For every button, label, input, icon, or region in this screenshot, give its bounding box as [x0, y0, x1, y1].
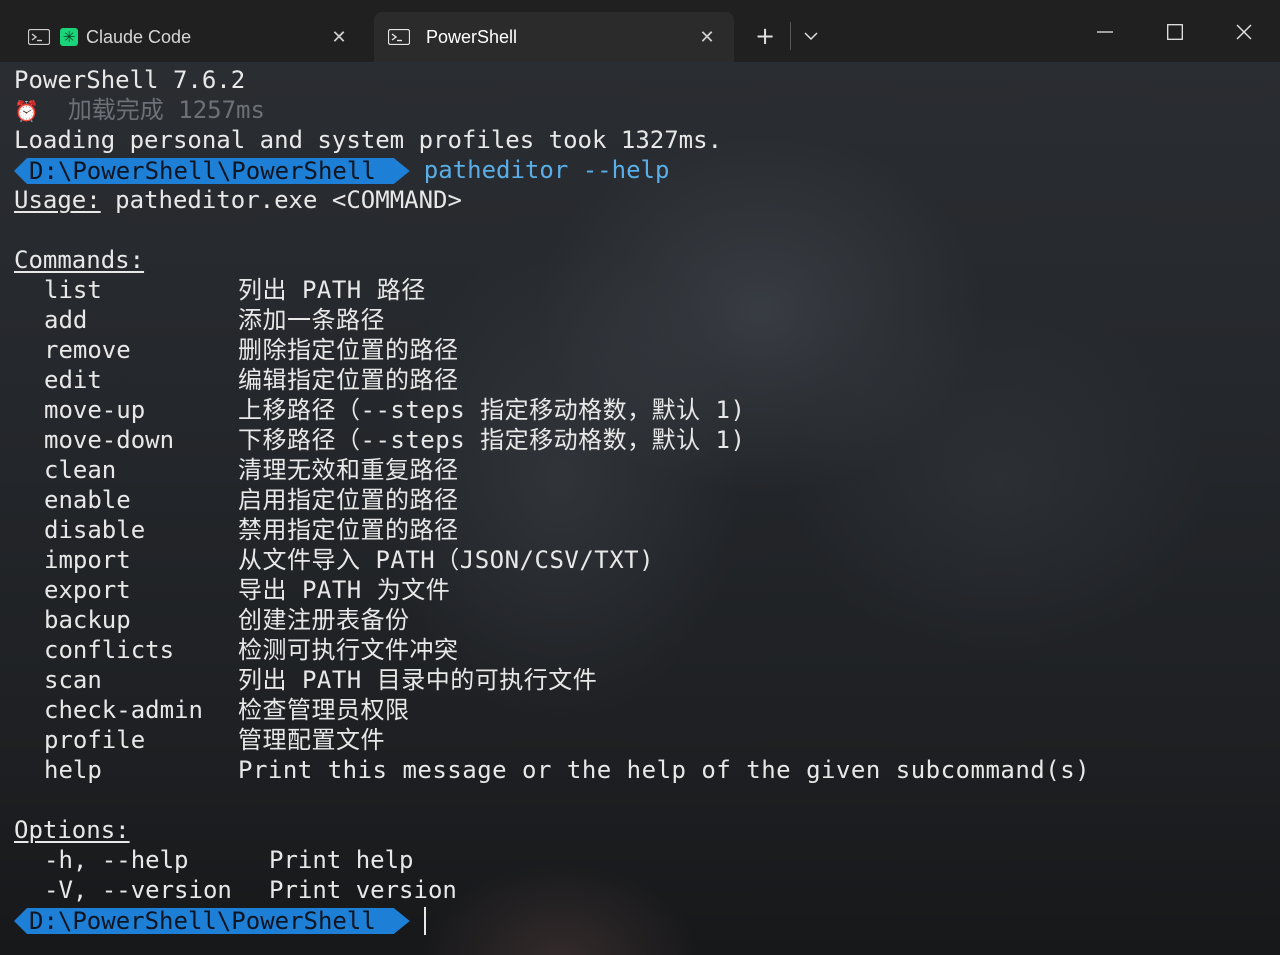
- tab-claude-code[interactable]: ✳ Claude Code ✕: [14, 12, 366, 62]
- command-name: check-admin: [44, 696, 203, 724]
- close-icon: [1236, 24, 1252, 40]
- command-name: import: [44, 546, 131, 574]
- command-name: profile: [44, 726, 146, 754]
- divider: [790, 22, 791, 50]
- command-desc: 列出 PATH 目录中的可执行文件: [238, 666, 598, 694]
- claude-logo-icon: ✳: [60, 28, 78, 46]
- command-row: remove 删除指定位置的路径: [14, 335, 722, 365]
- command-row: move-up 上移路径（--steps 指定移动格数，默认 1): [14, 395, 745, 425]
- load-time-text: 加载完成 1257ms: [67, 96, 265, 124]
- command-row: conflicts 检测可执行文件冲突: [14, 635, 722, 665]
- terminal-output: PowerShell 7.6.2 ⏰ 加载完成 1257ms Loading p…: [14, 65, 1090, 935]
- option-desc: Print version: [269, 876, 457, 904]
- command-name: move-up: [44, 396, 146, 424]
- command-desc: 清理无效和重复路径: [238, 456, 459, 484]
- title-bar: ✳ Claude Code ✕ PowerShell ✕ +: [0, 0, 1280, 62]
- command-desc: 导出 PATH 为文件: [238, 576, 451, 604]
- command-desc: 检查管理员权限: [238, 696, 410, 724]
- tab-powershell[interactable]: PowerShell ✕: [374, 12, 734, 62]
- prompt-path: D:\PowerShell\PowerShell: [14, 908, 410, 934]
- option-name: -h, --help: [44, 846, 189, 874]
- option-name: -V, --version: [44, 876, 232, 904]
- terminal-pane[interactable]: PowerShell 7.6.2 ⏰ 加载完成 1257ms Loading p…: [0, 62, 1280, 955]
- terminal-icon: [388, 29, 410, 45]
- command-desc: 编辑指定位置的路径: [238, 366, 459, 394]
- command-desc: 从文件导入 PATH（JSON/CSV/TXT): [238, 546, 655, 574]
- command-name: list: [44, 276, 102, 304]
- command-row: scan 列出 PATH 目录中的可执行文件: [14, 665, 722, 695]
- alarm-clock-icon: ⏰: [14, 99, 39, 123]
- command-desc: 启用指定位置的路径: [238, 486, 459, 514]
- close-icon[interactable]: ✕: [324, 22, 354, 52]
- chevron-down-icon: [804, 32, 818, 41]
- command-row: import 从文件导入 PATH（JSON/CSV/TXT): [14, 545, 722, 575]
- tab-dropdown-button[interactable]: [796, 20, 826, 52]
- command-desc: 检测可执行文件冲突: [238, 636, 459, 664]
- profile-line: Loading personal and system profiles too…: [14, 126, 723, 154]
- command-name: enable: [44, 486, 131, 514]
- command-desc: 下移路径（--steps 指定移动格数，默认 1): [238, 426, 746, 454]
- tab-label: PowerShell: [426, 26, 518, 47]
- command-row: move-down 下移路径（--steps 指定移动格数，默认 1): [14, 425, 745, 455]
- command-name: move-down: [44, 426, 175, 454]
- command-row: add 添加一条路径: [14, 305, 722, 335]
- command-row: clean 清理无效和重复路径: [14, 455, 722, 485]
- command-row: edit 编辑指定位置的路径: [14, 365, 722, 395]
- commands-heading: Commands:: [14, 246, 145, 274]
- maximize-button[interactable]: [1152, 14, 1198, 50]
- command-row: export 导出 PATH 为文件: [14, 575, 722, 605]
- command-name: edit: [44, 366, 102, 394]
- command-desc: 管理配置文件: [238, 726, 385, 754]
- command-row: enable 启用指定位置的路径: [14, 485, 722, 515]
- command-name: help: [44, 756, 102, 784]
- options-heading-line: Options:: [14, 815, 722, 845]
- minimize-button[interactable]: [1082, 14, 1128, 50]
- command-desc: 删除指定位置的路径: [238, 336, 459, 364]
- command-name: scan: [44, 666, 102, 694]
- prompt-line: D:\PowerShell\PowerShell patheditor --hel…: [14, 155, 722, 185]
- version-line: PowerShell 7.6.2: [14, 66, 246, 94]
- tab-label: Claude Code: [86, 26, 192, 47]
- option-row: -h, --help Print help: [14, 845, 722, 875]
- command-desc: Print this message or the help of the gi…: [238, 756, 1091, 784]
- command-name: disable: [44, 516, 146, 544]
- prompt-line: D:\PowerShell\PowerShell: [14, 905, 722, 935]
- maximize-icon: [1167, 24, 1183, 40]
- command-row: list 列出 PATH 路径: [14, 275, 722, 305]
- command-row: backup 创建注册表备份: [14, 605, 722, 635]
- command-row: help Print this message or the help of th…: [14, 755, 1090, 785]
- load-time-line: ⏰ 加载完成 1257ms: [14, 95, 722, 125]
- command-desc: 禁用指定位置的路径: [238, 516, 459, 544]
- commands-heading-line: Commands:: [14, 245, 722, 275]
- command-desc: 列出 PATH 路径: [238, 276, 426, 304]
- text-cursor: [423, 907, 426, 935]
- command-name: clean: [44, 456, 117, 484]
- usage-line: Usage: patheditor.exe <COMMAND>: [14, 185, 722, 215]
- terminal-icon: [28, 29, 50, 45]
- option-row: -V, --version Print version: [14, 875, 722, 905]
- option-desc: Print help: [269, 846, 414, 874]
- command-desc: 添加一条路径: [238, 306, 385, 334]
- close-icon[interactable]: ✕: [692, 22, 722, 52]
- command-name: add: [44, 306, 88, 334]
- command-name: conflicts: [44, 636, 175, 664]
- command-desc: 上移路径（--steps 指定移动格数，默认 1): [238, 396, 746, 424]
- minimize-icon: [1097, 31, 1113, 33]
- prompt-path: D:\PowerShell\PowerShell: [14, 158, 410, 184]
- options-heading: Options:: [14, 816, 130, 844]
- command-desc: 创建注册表备份: [238, 606, 410, 634]
- window-close-button[interactable]: [1221, 14, 1267, 50]
- command-row: disable 禁用指定位置的路径: [14, 515, 722, 545]
- command-name: remove: [44, 336, 131, 364]
- typed-command: patheditor --help: [423, 156, 670, 184]
- command-name: backup: [44, 606, 131, 634]
- new-tab-button[interactable]: +: [748, 20, 782, 52]
- command-name: export: [44, 576, 131, 604]
- usage-label: Usage:: [14, 186, 101, 214]
- command-row: profile 管理配置文件: [14, 725, 722, 755]
- command-row: check-admin 检查管理员权限: [14, 695, 722, 725]
- usage-text: patheditor.exe <COMMAND>: [100, 186, 462, 214]
